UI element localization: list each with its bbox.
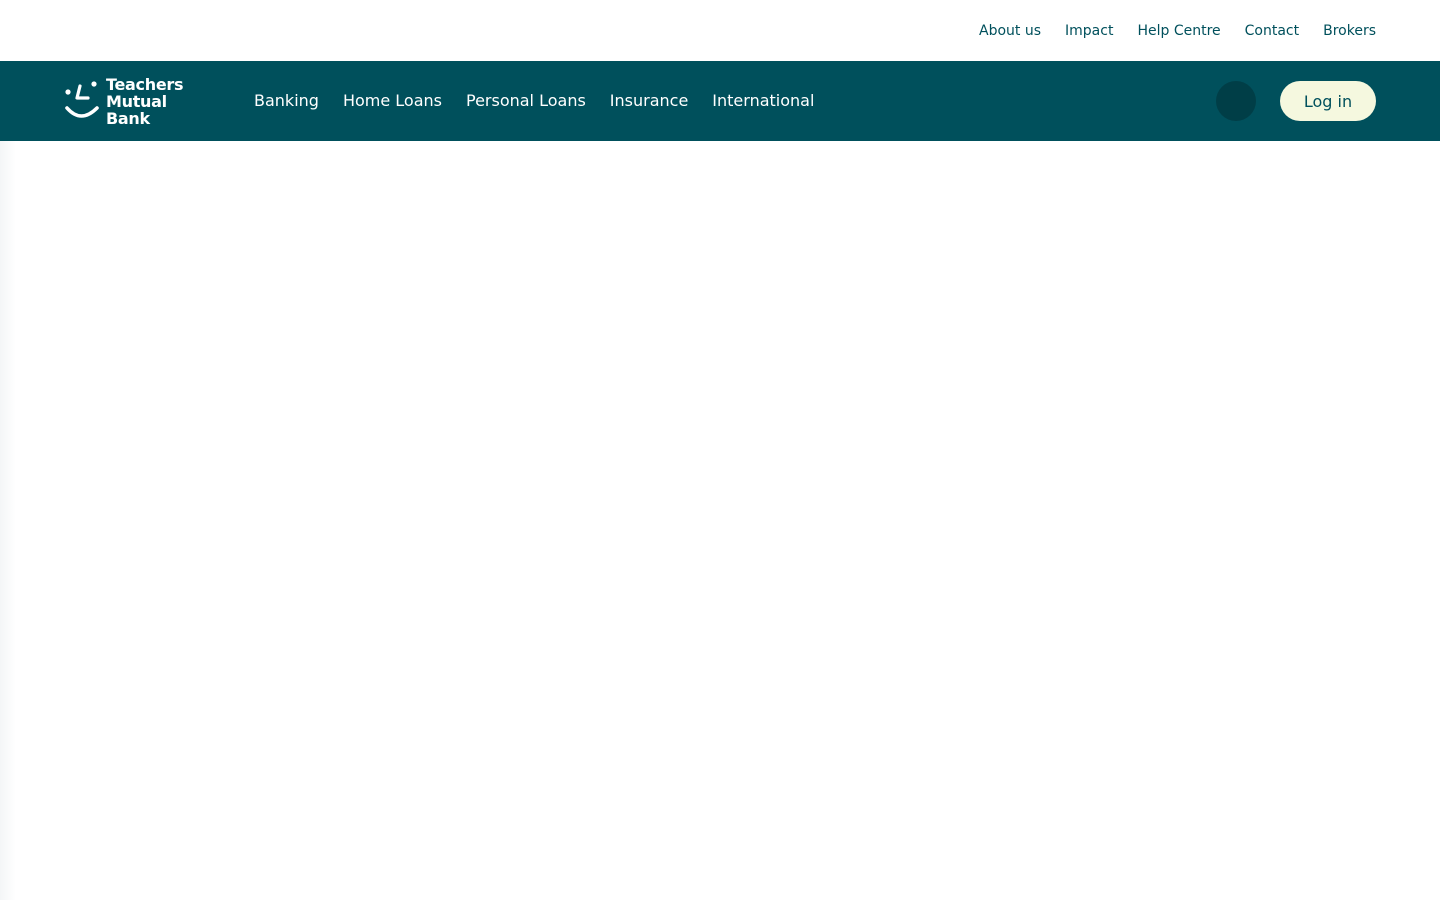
- brand-logo-line2: Mutual Bank: [106, 91, 167, 128]
- main-nav: Teachers Mutual Bank Banking Home Loans …: [0, 61, 1440, 141]
- utility-link-impact[interactable]: Impact: [1065, 24, 1113, 38]
- utility-link-brokers[interactable]: Brokers: [1323, 24, 1376, 38]
- utility-link-about-us[interactable]: About us: [979, 24, 1041, 38]
- nav-item-home-loans[interactable]: Home Loans: [343, 93, 442, 109]
- nav-item-international[interactable]: International: [712, 93, 814, 109]
- main-content: [0, 141, 1440, 900]
- utility-nav: About us Impact Help Centre Contact Brok…: [0, 0, 1440, 61]
- login-button[interactable]: Log in: [1280, 81, 1376, 121]
- primary-nav-links: Banking Home Loans Personal Loans Insura…: [254, 93, 838, 109]
- nav-item-personal-loans[interactable]: Personal Loans: [466, 93, 586, 109]
- utility-link-help-centre[interactable]: Help Centre: [1137, 24, 1220, 38]
- nav-item-banking[interactable]: Banking: [254, 93, 319, 109]
- brand-logo[interactable]: Teachers Mutual Bank: [64, 76, 214, 127]
- brand-logo-line1: Teachers: [106, 74, 184, 94]
- nav-actions: Log in: [1216, 81, 1376, 121]
- utility-link-contact[interactable]: Contact: [1245, 24, 1299, 38]
- brand-logo-text: Teachers Mutual Bank: [106, 76, 214, 127]
- smile-logo-icon: [65, 81, 99, 118]
- nav-item-insurance[interactable]: Insurance: [610, 93, 689, 109]
- site-header: About us Impact Help Centre Contact Brok…: [0, 0, 1440, 141]
- content-edge-shade: [0, 141, 16, 900]
- search-button[interactable]: [1216, 81, 1256, 121]
